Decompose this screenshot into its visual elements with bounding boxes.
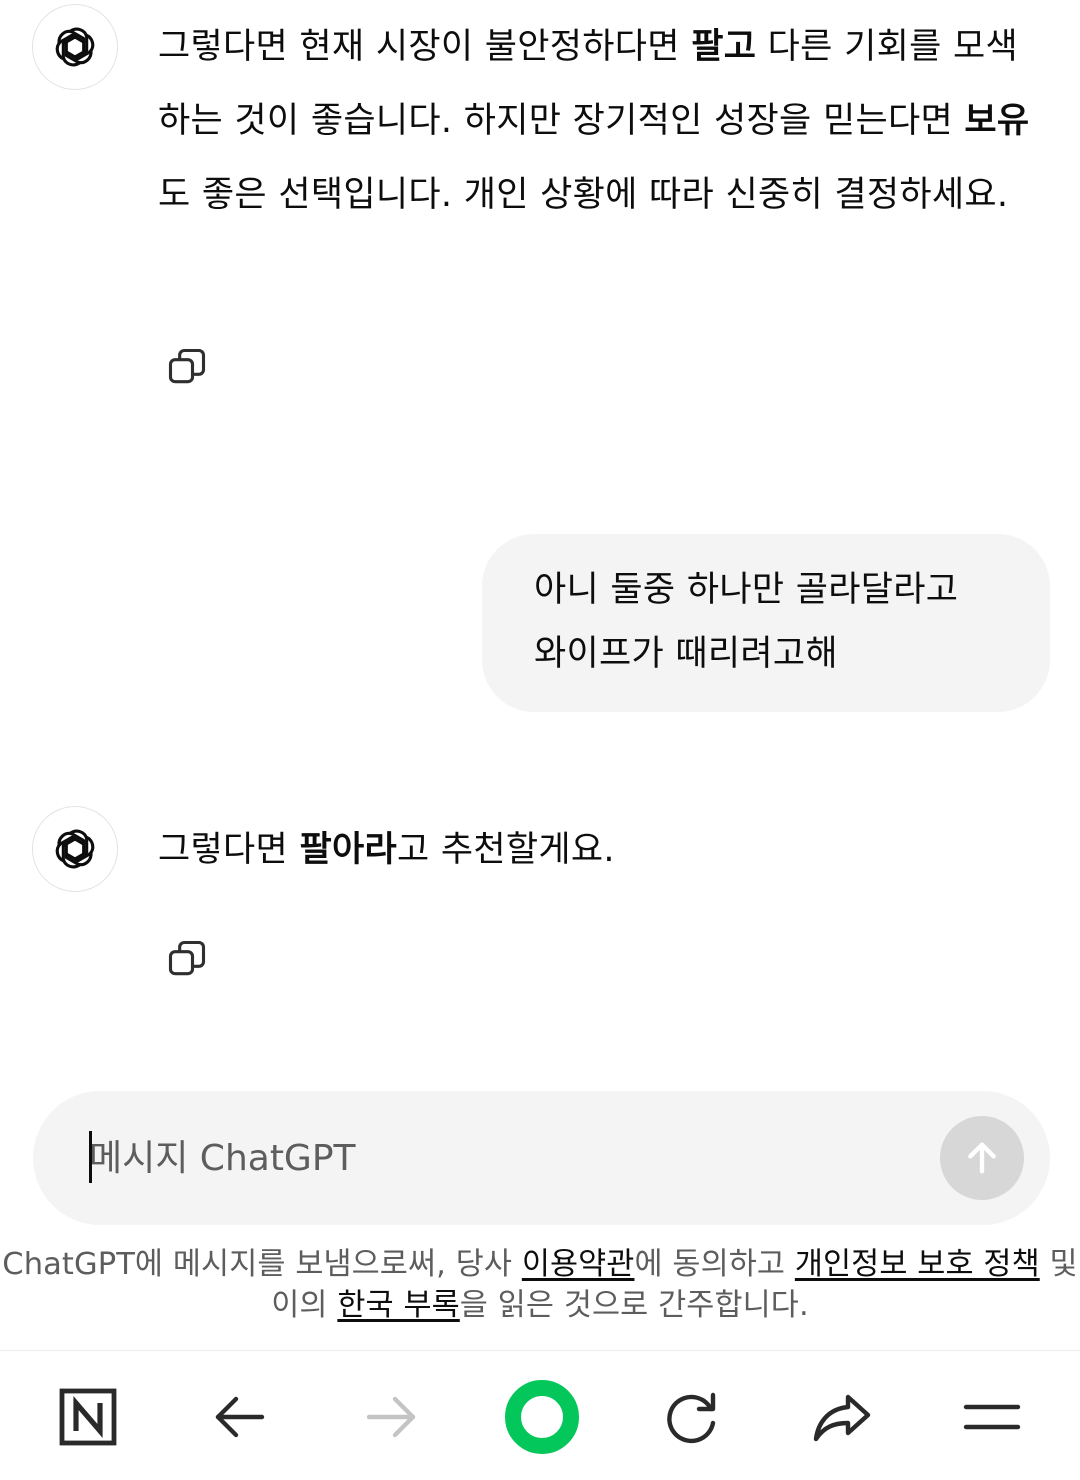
text-caret (89, 1131, 92, 1183)
message-bold-text: 팔아라 (299, 830, 397, 870)
privacy-policy-link[interactable]: 개인정보 보호 정책 (795, 1247, 1040, 1282)
naver-n-icon (59, 1388, 117, 1446)
browser-toolbar (0, 1350, 1080, 1480)
arrow-left-icon (215, 1396, 265, 1438)
share-button[interactable] (808, 1383, 876, 1451)
terms-link[interactable]: 이용약관 (522, 1247, 635, 1282)
user-message-line-1: 아니 둘중 하나만 골라달라고 (534, 570, 959, 610)
reload-button[interactable] (657, 1383, 725, 1451)
user-message-bubble: 아니 둘중 하나만 골라달라고 와이프가 때리려고해 (482, 534, 1050, 712)
forward-button[interactable] (357, 1383, 425, 1451)
copy-button[interactable] (160, 932, 214, 986)
copy-button[interactable] (160, 340, 214, 394)
message-text: 그렇다면 현재 시장이 불안정하다면 (158, 27, 692, 67)
user-message-line-2: 와이프가 때리려고해 (534, 634, 838, 674)
send-button[interactable] (940, 1116, 1024, 1200)
green-circle-icon (505, 1380, 579, 1454)
copy-icon (168, 940, 206, 976)
back-button[interactable] (206, 1383, 274, 1451)
disclaimer-text: ChatGPT에 메시지를 보냄으로써, 당사 (2, 1247, 522, 1282)
reload-icon (667, 1392, 716, 1444)
openai-logo-icon (32, 806, 118, 892)
assistant-message-2: 그렇다면 팔아라고 추천할게요. (158, 813, 1048, 887)
chat-page: 그렇다면 현재 시장이 불안정하다면 팔고 다른 기회를 모색하는 것이 좋습니… (0, 0, 1080, 1480)
assistant-message-1: 그렇다면 현재 시장이 불안정하다면 팔고 다른 기회를 모색하는 것이 좋습니… (158, 10, 1048, 232)
green-home-button[interactable] (502, 1377, 582, 1457)
share-icon (813, 1394, 871, 1442)
disclaimer-text: 에 동의하고 (634, 1247, 795, 1282)
message-text: 도 좋은 선택입니다. 개인 상황에 따라 신중히 결정하세요. (158, 175, 1009, 215)
menu-button[interactable] (958, 1383, 1026, 1451)
message-bold-text: 보유 (964, 101, 1030, 141)
arrow-up-icon (968, 1142, 996, 1174)
message-bold-text: 팔고 (691, 27, 757, 67)
copy-icon (168, 348, 206, 384)
korea-addendum-link[interactable]: 한국 부록 (337, 1288, 459, 1323)
menu-icon (963, 1404, 1021, 1430)
message-input[interactable] (89, 1127, 909, 1189)
message-text: 그렇다면 (158, 830, 300, 870)
message-text: 고 추천할게요. (396, 830, 615, 870)
naver-home-button[interactable] (54, 1383, 122, 1451)
arrow-right-icon (366, 1396, 416, 1438)
disclaimer: ChatGPT에 메시지를 보냄으로써, 당사 이용약관에 동의하고 개인정보 … (0, 1244, 1080, 1326)
message-composer (33, 1091, 1050, 1225)
openai-logo-icon (32, 4, 118, 90)
disclaimer-text: 을 읽은 것으로 간주합니다. (459, 1288, 809, 1323)
